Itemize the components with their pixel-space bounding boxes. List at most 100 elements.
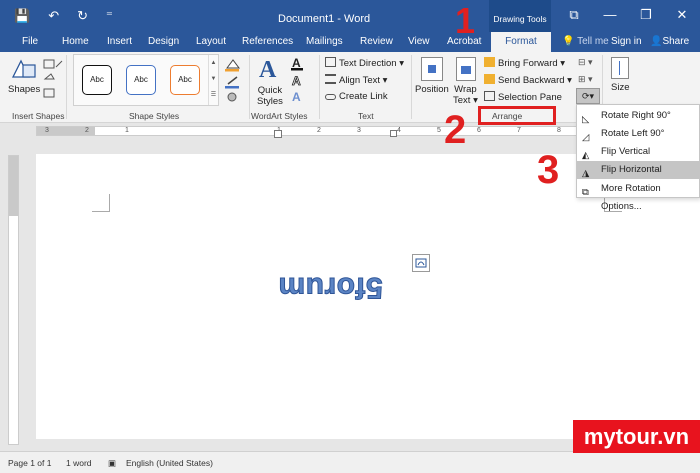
person-icon: 👤 <box>650 36 663 47</box>
text-direction-button[interactable]: Text Direction ▾ <box>325 57 404 69</box>
shape-fill-icons[interactable] <box>223 56 243 104</box>
language[interactable]: English (United States) <box>126 458 213 468</box>
bring-forward-icon <box>484 57 495 67</box>
shape-style-black[interactable]: Abc <box>82 65 112 95</box>
size-icon[interactable] <box>611 57 629 79</box>
selection-pane-button[interactable]: Selection Pane <box>484 91 562 103</box>
tab-layout[interactable]: Layout <box>196 36 226 47</box>
send-backward-button[interactable]: Send Backward ▾ <box>484 74 572 86</box>
ruler-mark: 2 <box>85 127 89 134</box>
insert-shapes-group-label: Insert Shapes <box>12 111 65 121</box>
tab-references[interactable]: References <box>242 36 293 47</box>
rotate-left-item[interactable]: ◿ Rotate Left 90° <box>577 125 700 143</box>
rotate-button[interactable]: ⟳▾ <box>576 88 600 104</box>
svg-text:A: A <box>292 90 301 104</box>
shapes-gallery-icon[interactable] <box>11 57 37 83</box>
mytour-watermark: mytour.vn <box>573 420 700 453</box>
shape-styles-gallery[interactable]: Abc Abc Abc ▲ ▼ ☰ <box>73 54 219 106</box>
send-backward-icon <box>484 74 495 84</box>
shape-style-blue[interactable]: Abc <box>126 65 156 95</box>
tab-view[interactable]: View <box>408 36 430 47</box>
quick-styles-button[interactable]: Quick Styles <box>257 85 283 107</box>
drawing-tools-context-label: Drawing Tools <box>489 0 551 32</box>
tab-format[interactable]: Format <box>491 32 551 53</box>
wordart-styles-group-label: WordArt Styles <box>251 111 308 121</box>
align-text-icon <box>325 74 336 84</box>
layout-options-icon[interactable] <box>412 254 430 272</box>
text-group-label: Text <box>358 111 374 121</box>
sign-in-link[interactable]: Sign in <box>611 36 642 47</box>
tab-design[interactable]: Design <box>148 36 179 47</box>
right-indent-marker-icon[interactable] <box>390 130 397 137</box>
svg-text:A: A <box>292 56 301 70</box>
bring-forward-button[interactable]: Bring Forward ▾ <box>484 57 565 69</box>
size-button[interactable]: Size <box>611 82 629 93</box>
tab-review[interactable]: Review <box>360 36 393 47</box>
tell-me-box[interactable]: 💡 Tell me <box>562 36 609 47</box>
flip-horizontal-icon: ◮ <box>582 168 590 179</box>
ruler-mark: 3 <box>357 127 361 134</box>
divider <box>411 55 412 119</box>
text-fill-icons[interactable]: AAA <box>290 55 312 105</box>
shape-styles-group-label: Shape Styles <box>129 111 180 121</box>
restore-button[interactable]: ❐ <box>628 0 664 32</box>
more-rotation-icon: ⧉ <box>582 187 589 198</box>
rotate-icon: ⟳ <box>581 91 590 101</box>
align-text-button[interactable]: Align Text ▾ <box>325 74 387 86</box>
flip-horizontal-item[interactable]: ◮ Flip Horizontal <box>577 161 700 179</box>
tab-mailings[interactable]: Mailings <box>306 36 343 47</box>
wrap-text-icon[interactable] <box>456 57 476 81</box>
share-button[interactable]: 👤Share <box>650 36 689 47</box>
align-icon[interactable]: ⊟ ▾ <box>578 57 596 69</box>
gallery-scroll[interactable]: ▲ ▼ ☰ <box>208 55 218 105</box>
position-button[interactable]: Position <box>415 84 449 95</box>
wordart-quick-styles-icon[interactable]: A <box>259 57 285 83</box>
redo-icon[interactable]: ↻ <box>77 8 88 24</box>
wordart-text[interactable]: 5forum <box>278 270 384 305</box>
annotation-1: 1 <box>455 0 476 41</box>
rotate-dropdown-menu: ◺ Rotate Right 90° ◿ Rotate Left 90° ◭ Flip… <box>576 104 700 212</box>
wrap-text-button[interactable]: Wrap Text ▾ <box>453 84 478 106</box>
ruler-mark: 8 <box>557 127 561 134</box>
ruler-mark: 7 <box>517 127 521 134</box>
word-count[interactable]: 1 word <box>66 458 92 468</box>
close-button[interactable]: ✕ <box>664 0 700 32</box>
indent-marker-icon[interactable] <box>274 130 282 138</box>
tab-home[interactable]: Home <box>62 36 89 47</box>
ruler-mark: 3 <box>45 127 49 134</box>
customize-qat-icon[interactable]: ⁼ <box>106 8 113 24</box>
ribbon-display-options-icon[interactable]: ⧉ <box>556 0 592 32</box>
group-icon[interactable]: ⊞ ▾ <box>578 74 596 86</box>
rotate-left-icon: ◿ <box>582 132 590 143</box>
divider <box>66 55 67 119</box>
margin-corner <box>92 194 110 212</box>
selection-pane-icon <box>484 91 495 101</box>
shape-tools-icons[interactable] <box>42 57 64 103</box>
divider <box>249 55 250 119</box>
text-direction-icon <box>325 57 336 67</box>
flip-vertical-item[interactable]: ◭ Flip Vertical <box>577 143 700 161</box>
minimize-button[interactable]: — <box>592 0 628 32</box>
undo-icon[interactable]: ↶ <box>48 8 59 24</box>
proofing-icon[interactable]: ▣ <box>108 458 116 469</box>
create-link-button[interactable]: Create Link <box>325 91 388 102</box>
rotate-right-item[interactable]: ◺ Rotate Right 90° <box>577 107 700 125</box>
position-icon[interactable] <box>421 57 443 81</box>
shapes-button[interactable]: Shapes <box>8 84 40 95</box>
more-rotation-options-item[interactable]: ⧉ More Rotation Options... <box>577 180 700 212</box>
flip-vertical-icon: ◭ <box>582 150 590 161</box>
page-count[interactable]: Page 1 of 1 <box>8 458 51 468</box>
shape-style-orange[interactable]: Abc <box>170 65 200 95</box>
vertical-ruler[interactable] <box>8 155 19 445</box>
lightbulb-icon: 💡 <box>562 36 575 47</box>
tab-insert[interactable]: Insert <box>107 36 132 47</box>
ruler-mark: 6 <box>477 127 481 134</box>
document-title: Document1 - Word <box>278 13 371 25</box>
annotation-2: 2 <box>444 108 467 152</box>
save-icon[interactable]: 💾 <box>14 8 30 24</box>
status-bar: Page 1 of 1 1 word ▣ English (United Sta… <box>0 451 700 473</box>
tab-file[interactable]: File <box>22 36 38 47</box>
rotate-right-icon: ◺ <box>582 114 590 125</box>
svg-text:A: A <box>292 74 301 88</box>
ruler-mark: 5 <box>437 127 441 134</box>
